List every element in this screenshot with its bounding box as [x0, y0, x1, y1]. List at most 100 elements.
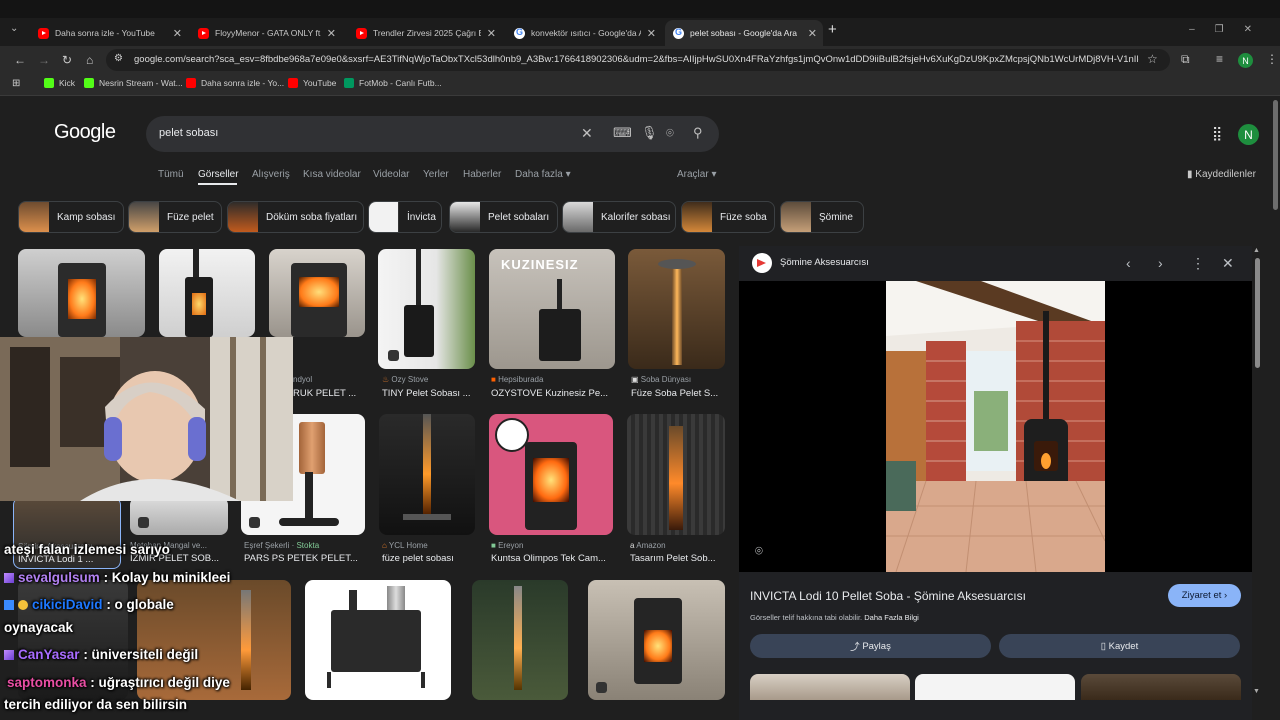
result-image[interactable] [305, 580, 451, 700]
result-title[interactable]: OZYSTOVE Kuzinesiz Pe... [491, 388, 615, 399]
close-icon[interactable]: ✕ [487, 27, 496, 40]
result-image[interactable] [628, 249, 725, 369]
bookmark-star-icon[interactable]: ☆ [1147, 52, 1158, 66]
result-title[interactable]: TINY Pelet Sobası ... [382, 388, 475, 399]
keyboard-icon[interactable]: ⌨ [613, 125, 632, 141]
result-image[interactable] [627, 414, 725, 535]
bookmark-fotmob[interactable]: FotMob - Canlı Futb... [344, 78, 442, 88]
result-image[interactable] [489, 414, 613, 535]
search-input[interactable]: pelet sobası [159, 127, 218, 139]
microphone-icon[interactable]: 🎙 [641, 125, 658, 141]
chip-fuze-pelet[interactable]: Füze pelet [128, 201, 222, 233]
related-image[interactable] [915, 674, 1075, 700]
close-icon[interactable]: ✕ [173, 27, 182, 40]
learn-more-link[interactable]: Daha Fazla Bilgi [864, 613, 919, 622]
scroll-up-arrow-icon[interactable]: ▲ [1253, 247, 1260, 254]
preview-image[interactable] [886, 281, 1105, 572]
selected-result-image[interactable]: Şömine Aksesuarcısı INVICTA Lodi 1 ... [13, 497, 121, 569]
tab-news[interactable]: Haberler [463, 169, 501, 180]
related-image[interactable] [750, 674, 910, 700]
tab-more[interactable]: Daha fazla ▾ [515, 169, 571, 180]
tab-videos[interactable]: Videolar [373, 169, 410, 180]
tab-images[interactable]: Görseller [198, 169, 239, 180]
tab-google-pelet-sobasi[interactable]: pelet sobası - Google'da Ara ✕ [665, 20, 823, 46]
result-title[interactable]: Kuntsa Olimpos Tek Cam... [491, 553, 613, 564]
chip-camp-stove[interactable]: Kamp sobası [18, 201, 124, 233]
tab-all[interactable]: Tümü [158, 169, 184, 180]
more-options-icon[interactable]: ⋮ [1191, 255, 1205, 272]
home-icon[interactable]: ⌂ [86, 53, 93, 67]
search-icon[interactable]: ⚲ [693, 125, 703, 141]
bookmark-watch-later[interactable]: Daha sonra izle - Yo... [186, 78, 284, 88]
tab-places[interactable]: Yerler [423, 169, 449, 180]
clear-icon[interactable]: ✕ [581, 125, 593, 142]
extensions-puzzle-icon[interactable]: ⧉ [1181, 52, 1190, 67]
preview-title[interactable]: INVICTA Lodi 10 Pellet Soba - Şömine Aks… [750, 589, 1026, 603]
result-title[interactable]: Füze Soba Pelet S... [631, 388, 725, 399]
chip-fireplace[interactable]: Şömine [780, 201, 864, 233]
panel-scroll-thumb[interactable] [1255, 258, 1260, 368]
preview-site-name[interactable]: Şömine Aksesuarcısı [780, 257, 869, 268]
tab-youtube-watch-later[interactable]: Daha sonra izle - YouTube ✕ [30, 20, 188, 46]
window-controls[interactable]: –❐✕ [1189, 24, 1272, 35]
url-text[interactable]: google.com/search?sca_esv=8fbdbe968a7e09… [134, 54, 1139, 65]
result-image[interactable] [159, 249, 255, 337]
lens-search-icon[interactable]: ⌾ [755, 543, 763, 559]
tab-search-chevron-icon[interactable]: ⌄ [10, 23, 18, 34]
result-source-label: Eşref Şekerli [244, 541, 290, 550]
result-image[interactable]: KUZINESIZ [489, 249, 615, 369]
bookmark-nesrin-stream[interactable]: Nesrin Stream - Wat... [84, 78, 183, 88]
result-title[interactable]: Tasarım Pelet Sob... [630, 553, 725, 564]
tab-google-konvektor[interactable]: konvektör ısıtıcı - Google'da Ar ✕ [506, 20, 662, 46]
forward-arrow-icon[interactable]: → [38, 53, 50, 67]
save-button[interactable]: ▯ Kaydet [999, 634, 1240, 658]
result-image[interactable] [588, 580, 725, 700]
chip-cast-stove-prices[interactable]: Döküm soba fiyatları [227, 201, 364, 233]
apps-grid-icon[interactable]: ⊞ [12, 78, 20, 89]
back-arrow-icon[interactable]: ← [14, 53, 26, 67]
new-tab-plus-icon[interactable]: + [828, 21, 837, 38]
tab-shopping[interactable]: Alışveriş [252, 169, 290, 180]
chip-pellet-stoves[interactable]: Pelet sobaları [449, 201, 558, 233]
result-image[interactable] [378, 249, 475, 369]
share-button[interactable]: ⤴ Paylaş [750, 634, 991, 658]
result-image[interactable] [130, 497, 228, 535]
profile-avatar[interactable]: N [1238, 53, 1253, 68]
chip-fuze-stove[interactable]: Füze soba [681, 201, 775, 233]
scroll-down-arrow-icon[interactable]: ▼ [1253, 688, 1260, 695]
google-logo[interactable]: Google [54, 121, 116, 144]
visit-button[interactable]: Ziyaret et › [1168, 584, 1241, 607]
related-image[interactable] [1081, 674, 1241, 700]
page-scroll-thumb[interactable] [1273, 100, 1278, 210]
close-icon[interactable]: ✕ [808, 27, 817, 40]
chip-radiator-stove[interactable]: Kalorifer sobası [562, 201, 676, 233]
chip-invicta[interactable]: İnvicta [368, 201, 442, 233]
account-avatar[interactable]: N [1238, 124, 1259, 145]
bookmark-kick[interactable]: Kick [44, 78, 75, 88]
tab-short-videos[interactable]: Kısa videolar [303, 169, 361, 180]
previous-arrow-icon[interactable]: ‹ [1126, 255, 1131, 271]
result-image[interactable] [269, 249, 365, 337]
media-controls-icon[interactable]: ≡ [1216, 52, 1223, 66]
close-icon[interactable]: ✕ [327, 27, 336, 40]
result-title[interactable]: RUK PELET ... [293, 388, 365, 399]
site-info-icon[interactable]: ⚙ [114, 53, 123, 64]
next-arrow-icon[interactable]: › [1158, 255, 1163, 271]
tools-button[interactable]: Araçlar ▾ [677, 169, 717, 180]
search-box[interactable] [146, 116, 719, 152]
result-image[interactable] [379, 414, 475, 535]
google-apps-icon[interactable]: ⣿ [1212, 125, 1222, 142]
result-image[interactable] [18, 249, 145, 337]
close-icon[interactable]: ✕ [1222, 255, 1234, 272]
result-title[interactable]: füze pelet sobası [382, 553, 475, 564]
tab-youtube-gata-only[interactable]: FloyyMenor - GATA ONLY ft. Cri ✕ [190, 20, 342, 46]
result-title[interactable]: PARS PS PETEK PELET... [244, 553, 365, 564]
result-image[interactable] [472, 580, 568, 700]
browser-menu-icon[interactable]: ⋮ [1266, 52, 1278, 66]
saved-button[interactable]: ▮ Kaydedilenler [1187, 169, 1256, 180]
close-icon[interactable]: ✕ [647, 27, 656, 40]
bookmark-youtube[interactable]: YouTube [288, 78, 336, 88]
tab-youtube-trendler[interactable]: Trendler Zirvesi 2025 Çağrı Erg ✕ [348, 20, 502, 46]
reload-icon[interactable]: ↻ [62, 53, 72, 67]
lens-camera-icon[interactable]: ⌾ [666, 125, 674, 141]
